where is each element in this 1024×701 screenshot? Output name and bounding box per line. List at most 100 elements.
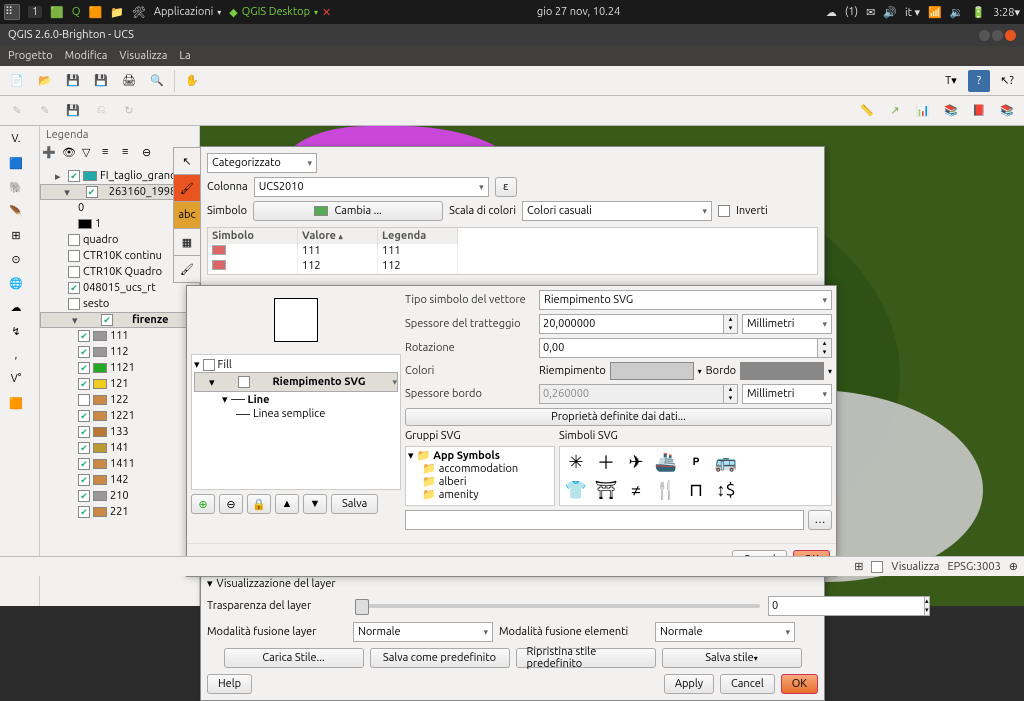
move-down-button[interactable]: ▼ [303,494,327,514]
qgis-menu[interactable]: ◆ QGIS Desktop ▾ ✕ [229,6,331,19]
legend-item[interactable]: 112 [40,344,199,360]
borderwidth-spinner[interactable]: ▴▾ [539,384,738,404]
legend-item[interactable]: 210 [40,488,199,504]
maximize-button[interactable] [992,30,1003,41]
legend-item[interactable]: 141 [40,440,199,456]
time-indicator[interactable]: 3:28▾ [993,6,1020,19]
borderwidth-unit-select[interactable]: Millimetri [742,384,832,404]
category-list[interactable]: Simbolo Valore ▴ Legenda 111111 112112 [207,227,818,275]
apps-icon[interactable]: ⠿ [4,4,20,20]
symbol-type-select[interactable]: Riempimento SVG [539,290,832,310]
lock-button[interactable]: 🔒 [247,494,271,514]
legend-item[interactable]: 121 [40,376,199,392]
legend-item[interactable]: 1221 [40,408,199,424]
save-default-button[interactable]: Salva come predefinito [370,648,510,668]
sound-icon[interactable]: 🔉 [950,6,964,19]
close-button[interactable] [1005,30,1016,41]
render-checkbox[interactable] [871,561,883,573]
add-raster-button[interactable]: 🟦 [2,152,30,174]
collapse-icon[interactable]: ▾ [207,577,213,590]
menu-visualizza[interactable]: Visualizza [119,50,167,62]
add-layer-button[interactable]: ⊕ [191,494,215,514]
renderer-select[interactable]: Categorizzato [207,153,317,173]
svg-icon[interactable]: ✈ [622,449,650,475]
add-spatialite-button[interactable]: 🪶 [2,200,30,222]
menu-progetto[interactable]: Progetto [8,50,53,62]
svg-icon[interactable]: 👕 [562,477,590,503]
tab-general[interactable]: ↖ [173,147,201,175]
add-postgis-button[interactable]: 🐘 [2,176,30,198]
pan-button[interactable]: ✋ [181,70,203,92]
text-annotation-button[interactable]: T▾ [940,70,962,92]
fill-color-button[interactable] [610,362,694,380]
column-select[interactable]: UCS2010 [254,177,489,197]
cloud-icon[interactable]: ☁ [826,6,837,19]
print-composer-button[interactable]: 🖨 [118,70,140,92]
menu-modifica[interactable]: Modifica [65,50,108,62]
svg-icon[interactable]: 🚌 [712,449,740,475]
add-wcs-button[interactable]: ☁ [2,296,30,318]
applications-menu[interactable]: Applicazioni ▾ [154,6,221,18]
cancel-button[interactable]: Cancel [720,674,775,694]
add-group-button[interactable]: ➕ [42,146,60,164]
blend-feature-select[interactable]: Normale [655,622,795,642]
category-row[interactable]: 111111 [208,244,817,259]
legend-item[interactable]: 1411 [40,456,199,472]
color-ramp-select[interactable]: Colori casuali [522,201,712,221]
measure-button[interactable]: 📏 [856,100,878,122]
restore-default-button[interactable]: Ripristina stile predefinito [516,648,656,668]
expand-button[interactable]: ≡ [102,146,120,164]
load-style-button[interactable]: Carica Stile... [224,648,364,668]
add-feature-button[interactable]: ⎌ [90,100,112,122]
legend-item[interactable]: 142 [40,472,199,488]
crs-label[interactable]: EPSG:3003 [947,561,1000,573]
add-csv-button[interactable]: , [2,344,30,366]
whats-this-button[interactable]: ↖? [996,70,1018,92]
misc-tool-2[interactable]: 📚 [940,100,962,122]
filter-button[interactable]: ▽ [82,146,100,164]
transparency-spinner[interactable]: ▴▾ [768,596,818,616]
remove-layer-button[interactable]: ⊖ [219,494,243,514]
svg-icon[interactable]: ✳ [562,449,590,475]
svg-path-input[interactable] [405,510,804,530]
svg-groups-tree[interactable]: ▾📁App Symbols 📁accommodation 📁alberi 📁am… [405,446,555,506]
ok-button[interactable]: OK [781,674,818,694]
collapse-button[interactable]: ≡ [122,146,140,164]
help-button[interactable]: ? [968,70,990,92]
save-button[interactable]: 💾 [62,70,84,92]
save-as-button[interactable]: 💾 [90,70,112,92]
add-mssql-button[interactable]: ⊞ [2,224,30,246]
mail-icon[interactable]: ✉ [866,6,875,19]
toggle-extents-icon[interactable]: ⊞ [854,560,863,573]
apply-button[interactable]: Apply [664,674,714,694]
misc-tool-3[interactable]: 📕 [968,100,990,122]
svg-symbol-grid[interactable]: ✳ ＋ ✈ 🚢 P 🚌 👕 ⛩ ≠ 🍴 ⊓ [559,446,832,506]
tab-rendering[interactable]: 🖌 [173,255,201,283]
save-style-button[interactable]: Salva stile ▾ [662,648,802,668]
invert-checkbox[interactable] [718,205,730,217]
svg-icon[interactable]: ⛩ [592,477,620,503]
change-symbol-button[interactable]: Cambia ... [253,201,443,221]
add-wfs-button[interactable]: ↯ [2,320,30,342]
legend-item[interactable]: 111 [40,328,199,344]
transparency-slider[interactable] [355,604,760,608]
node-tool-button[interactable]: ↗ [884,100,906,122]
legend-item[interactable]: 122 [40,392,199,408]
svg-icon[interactable]: 🍴 [652,477,680,503]
notification-badge[interactable]: (1) [845,6,858,18]
svg-icon[interactable]: ≠ [622,477,650,503]
composer-manager-button[interactable]: 🔍 [146,70,168,92]
move-feature-button[interactable]: ↻ [118,100,140,122]
expression-button[interactable]: ε [495,177,517,197]
battery-icon[interactable]: 🔋 [971,6,985,19]
svg-icon[interactable]: P [682,449,710,475]
tab-labels[interactable]: abc [173,201,201,229]
new-project-button[interactable]: 📄 [6,70,28,92]
help-button[interactable]: Help [207,674,252,694]
legend-item[interactable]: 1121 [40,360,199,376]
wifi-icon[interactable]: 📶 [928,6,942,19]
misc-tool-1[interactable]: 📊 [912,100,934,122]
border-color-button[interactable] [740,362,824,380]
data-defined-button[interactable]: Proprietà definite dai dati... [405,408,832,426]
new-layer-button[interactable]: V° [2,368,30,390]
